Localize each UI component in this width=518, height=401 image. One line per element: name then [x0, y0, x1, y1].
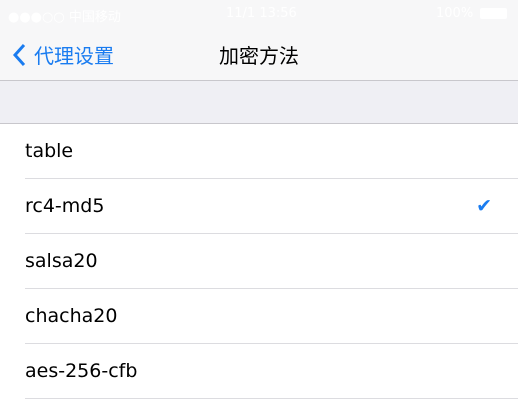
list-item[interactable]: salsa20: [25, 234, 518, 289]
battery-level: 100%: [436, 6, 474, 21]
time: 11/1 13:56: [226, 6, 297, 21]
battery-icon: [480, 8, 507, 19]
list-item[interactable]: rc4-md5 ✔: [25, 179, 518, 234]
method-label: salsa20: [25, 250, 98, 272]
checkmark-icon: ✔: [476, 195, 492, 217]
method-label: aes-256-cfb: [25, 360, 138, 382]
carrier: ●●●○○ 中国移动: [8, 10, 121, 25]
list-item[interactable]: aes-256-cfb: [25, 344, 518, 399]
method-list: table rc4-md5 ✔ salsa20 chacha20 aes-256-…: [0, 124, 518, 399]
list-item[interactable]: chacha20: [25, 289, 518, 344]
section-header: [0, 81, 518, 124]
method-label: chacha20: [25, 305, 118, 327]
method-label: table: [25, 140, 74, 162]
list-item[interactable]: table: [25, 124, 518, 179]
method-label: rc4-md5: [25, 195, 105, 217]
status-bar: ●●●○○ 中国移动 11/1 13:56 100%: [0, 0, 518, 28]
page-title: 加密方法: [219, 44, 299, 68]
navigation-bar: 代理设置 加密方法: [0, 28, 518, 81]
